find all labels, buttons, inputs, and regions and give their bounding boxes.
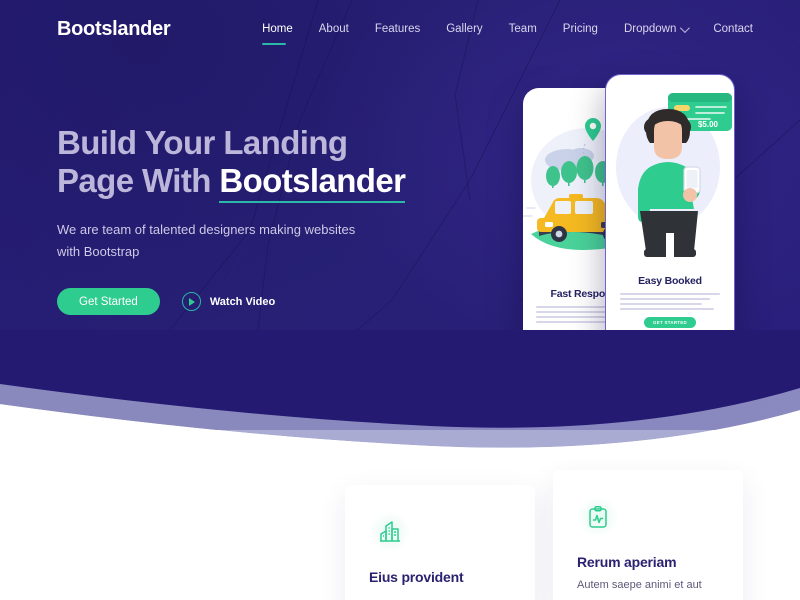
nav-label: Dropdown — [623, 23, 677, 35]
nav-item-features[interactable]: Features — [362, 17, 433, 41]
person-booking-illustration: $5.00 — [606, 75, 734, 275]
hero-title-line1: Build Your Landing — [57, 124, 348, 161]
hero-subtitle: We are team of talented designers making… — [57, 222, 356, 259]
hero-title-accent: Bootslander — [219, 161, 406, 203]
feature-title: Rerum aperiam — [577, 554, 677, 570]
landing-page: Bootslander Home About Features Gallery … — [0, 0, 800, 600]
nav-label: Features — [374, 23, 421, 35]
hero-content: Build Your Landing Page With Bootslander… — [57, 124, 457, 316]
nav-label: Contact — [713, 23, 753, 35]
phone-front-placeholder-text — [620, 293, 720, 310]
price-label: $5.00 — [698, 120, 719, 129]
hero-actions: Get Started Watch Video — [57, 288, 457, 316]
logo[interactable]: Bootslander — [57, 18, 171, 41]
nav-label: Gallery — [446, 23, 483, 35]
clipboard-chart-icon — [577, 496, 619, 538]
watch-video-label: Watch Video — [209, 295, 276, 308]
chevron-down-icon — [680, 22, 691, 33]
hero-title: Build Your Landing Page With Bootslander — [57, 124, 457, 203]
wave-divider — [0, 330, 800, 460]
feature-card-rerum-aperiam[interactable]: Rerum aperiam Autem saepe animi et aut — [553, 470, 743, 600]
watch-video-button[interactable]: Watch Video — [181, 292, 276, 312]
nav-item-home[interactable]: Home — [249, 17, 306, 45]
nav-label: Home — [262, 23, 293, 35]
nav-label: Pricing — [562, 23, 598, 35]
building-icon — [369, 511, 411, 553]
nav-links: Home About Features Gallery Team Pricing… — [249, 17, 766, 45]
feature-card-eius-provident[interactable]: Eius provident — [345, 485, 535, 600]
play-icon — [181, 292, 201, 312]
nav-item-contact[interactable]: Contact — [700, 17, 766, 41]
feature-title: Eius provident — [369, 569, 464, 585]
phone-card-easy-booked[interactable]: $5.00 Easy Booked GET STARTED — [605, 74, 735, 368]
feature-text: Autem saepe animi et aut — [577, 579, 702, 591]
nav-item-about[interactable]: About — [306, 17, 362, 41]
nav-label: Team — [508, 23, 537, 35]
nav-item-team[interactable]: Team — [496, 17, 550, 41]
phone-front-title: Easy Booked — [638, 275, 702, 287]
nav-item-pricing[interactable]: Pricing — [550, 17, 611, 41]
navbar: Bootslander Home About Features Gallery … — [0, 0, 800, 58]
nav-item-gallery[interactable]: Gallery — [433, 17, 495, 41]
phone-front-cta-label: GET STARTED — [653, 320, 687, 325]
nav-label: About — [318, 23, 349, 35]
hero-title-line2-prefix: Page With — [57, 161, 220, 199]
nav-item-dropdown[interactable]: Dropdown — [611, 17, 700, 41]
get-started-button[interactable]: Get Started — [57, 288, 160, 316]
phone-front-cta-button[interactable]: GET STARTED — [644, 317, 696, 328]
